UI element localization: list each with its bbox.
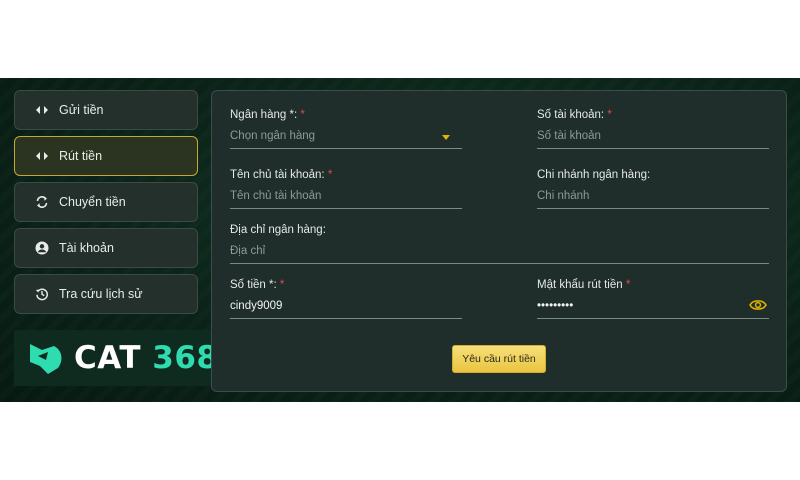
sync-icon xyxy=(35,195,49,209)
sidebar-item-label: Gửi tiền xyxy=(59,103,104,117)
sidebar-item-label: Tài khoản xyxy=(59,241,114,255)
account-holder-label: Tên chủ tài khoản: xyxy=(230,169,325,181)
withdraw-form: Ngân hàng *: * Chọn ngân hàng Số tài kho… xyxy=(211,90,787,392)
bank-label: Ngân hàng *: xyxy=(230,109,298,121)
required-mark: * xyxy=(607,109,612,121)
logo-number: 368 xyxy=(152,340,219,376)
account-number-field: Số tài khoản: * Số tài khoản xyxy=(537,109,769,149)
bank-address-field: Địa chỉ ngân hàng: Địa chỉ xyxy=(230,224,769,264)
withdraw-password-label: Mật khẩu rút tiền xyxy=(537,279,623,291)
account-number-placeholder: Số tài khoản xyxy=(537,129,601,142)
account-holder-field: Tên chủ tài khoản: * Tên chủ tài khoản xyxy=(230,169,462,209)
account-holder-input[interactable]: Tên chủ tài khoản xyxy=(230,183,462,209)
sidebar-item-label: Rút tiền xyxy=(59,149,103,163)
sidebar-item-account[interactable]: Tài khoản xyxy=(14,228,198,268)
amount-input[interactable]: cindy9009 xyxy=(230,293,462,319)
bank-address-input[interactable]: Địa chỉ xyxy=(230,238,769,264)
history-icon xyxy=(35,287,49,301)
withdraw-password-input[interactable]: ••••••••• xyxy=(537,293,769,319)
sidebar-item-withdraw[interactable]: Rút tiền xyxy=(14,136,198,176)
sidebar-item-history[interactable]: Tra cứu lịch sử xyxy=(14,274,198,314)
branch-placeholder: Chi nhánh xyxy=(537,189,590,202)
sidebar-item-label: Tra cứu lịch sử xyxy=(59,287,143,301)
bank-address-label: Địa chỉ ngân hàng: xyxy=(230,224,326,236)
amount-label: Số tiền *: xyxy=(230,279,277,291)
required-mark: * xyxy=(300,109,305,121)
account-holder-placeholder: Tên chủ tài khoản xyxy=(230,189,322,202)
bank-address-placeholder: Địa chỉ xyxy=(230,244,266,257)
cat-head-icon xyxy=(30,344,62,374)
withdraw-password-field: Mật khẩu rút tiền * ••••••••• xyxy=(537,279,769,319)
transfer-arrows-icon xyxy=(35,149,49,163)
sidebar-item-deposit[interactable]: Gửi tiền xyxy=(14,90,198,130)
required-mark: * xyxy=(279,279,285,291)
branch-field: Chi nhánh ngân hàng: Chi nhánh xyxy=(537,169,769,209)
required-mark: * xyxy=(327,169,333,181)
bank-placeholder: Chọn ngân hàng xyxy=(230,129,316,142)
user-icon xyxy=(35,241,49,255)
withdraw-password-value: ••••••••• xyxy=(537,299,574,312)
caret-down-icon xyxy=(442,135,450,140)
bank-select[interactable]: Chọn ngân hàng xyxy=(230,123,462,149)
amount-value: cindy9009 xyxy=(230,299,283,312)
bank-field: Ngân hàng *: * Chọn ngân hàng xyxy=(230,109,462,149)
branch-label: Chi nhánh ngân hàng: xyxy=(537,169,651,181)
account-number-label: Số tài khoản: xyxy=(537,109,605,121)
withdraw-page: Gửi tiền Rút tiền Chuyển tiền Tài khoản … xyxy=(0,78,800,402)
cat368-logo: CAT 368 xyxy=(14,330,226,386)
sidebar-item-transfer[interactable]: Chuyển tiền xyxy=(14,182,198,222)
logo-text: CAT xyxy=(74,340,141,376)
account-number-input[interactable]: Số tài khoản xyxy=(537,123,769,149)
required-mark: * xyxy=(625,279,631,291)
withdraw-request-button[interactable]: Yêu cầu rút tiền xyxy=(452,345,546,373)
branch-input[interactable]: Chi nhánh xyxy=(537,183,769,209)
amount-field: Số tiền *: * cindy9009 xyxy=(230,279,462,319)
sidebar: Gửi tiền Rút tiền Chuyển tiền Tài khoản … xyxy=(14,90,198,320)
eye-icon[interactable] xyxy=(749,298,767,312)
transfer-arrows-icon xyxy=(35,103,49,117)
sidebar-item-label: Chuyển tiền xyxy=(59,195,126,209)
